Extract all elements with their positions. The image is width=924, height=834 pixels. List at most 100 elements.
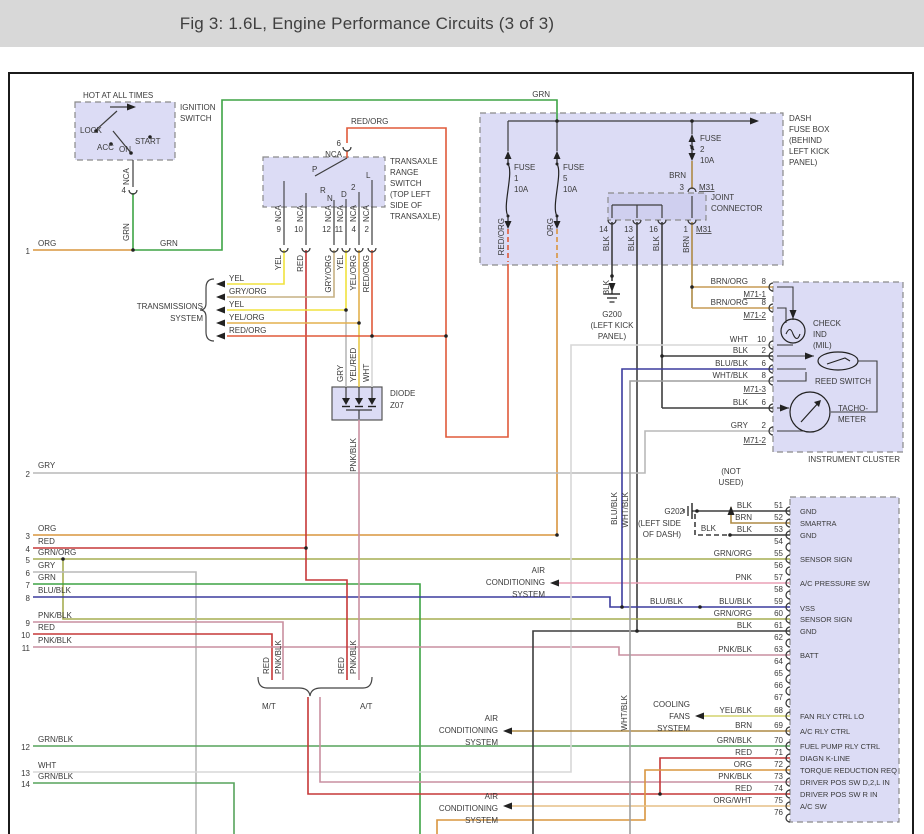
label: FAN RLY CTRL LO	[800, 712, 864, 721]
junction-dot	[690, 119, 694, 123]
label: 14	[599, 225, 608, 234]
label: GRY	[336, 364, 345, 382]
label: YEL/ORG	[349, 255, 358, 291]
label: WHT	[730, 335, 748, 344]
label: SMARTRA	[800, 519, 837, 528]
component-box	[607, 192, 707, 221]
junction-dot	[555, 119, 559, 123]
label: WHT	[362, 364, 371, 382]
label: SIDE OF	[390, 201, 422, 210]
label: 6	[762, 398, 767, 407]
label: LOCK	[80, 126, 102, 135]
label: 8	[762, 277, 767, 286]
label: NCA	[362, 204, 371, 222]
label: SWITCH	[390, 179, 422, 188]
label: A/C RLY CTRL	[800, 727, 850, 736]
label: 6	[26, 569, 31, 578]
label: ORG	[734, 760, 752, 769]
label: A/T	[360, 702, 373, 711]
junction-dot	[131, 248, 135, 252]
label: GRY	[731, 421, 749, 430]
label: 10	[294, 225, 303, 234]
label: 3	[26, 532, 31, 541]
label: BLK	[627, 235, 636, 251]
label: PNK/BLK	[349, 640, 358, 674]
label: 8	[26, 594, 31, 603]
label: 13	[21, 769, 30, 778]
label: GRN/ORG	[38, 548, 76, 557]
label: ORG	[38, 239, 56, 248]
label: YEL/ORG	[229, 313, 265, 322]
label: 76	[774, 808, 783, 817]
label: TRANSMISSIONS	[137, 302, 203, 311]
label: (BEHIND	[789, 136, 822, 145]
figure-title: Fig 3: 1.6L, Engine Performance Circuits…	[179, 13, 555, 33]
label: 74	[774, 784, 783, 793]
label: TORQUE REDUCTION REQ	[800, 766, 897, 775]
label: SYSTEM	[657, 724, 690, 733]
label: RED	[337, 657, 346, 674]
label: GRN	[122, 223, 131, 241]
label: YEL	[229, 274, 245, 283]
label: GRY	[38, 561, 56, 570]
label: 71	[774, 748, 783, 757]
junction-dot	[658, 792, 662, 796]
junction-dot	[698, 605, 702, 609]
label: GRN/BLK	[38, 772, 74, 781]
junction-dot	[555, 533, 559, 537]
label: CONDITIONING	[439, 726, 498, 735]
label: BRN/ORG	[711, 298, 748, 307]
label: BATT	[800, 651, 819, 660]
label: BLU/BLK	[719, 597, 753, 606]
junction-dot	[728, 533, 732, 537]
label: BLK	[733, 346, 749, 355]
label: BLK	[733, 398, 749, 407]
label: ORG	[38, 524, 56, 533]
label: TRANSAXLE)	[390, 212, 441, 221]
label: 65	[774, 669, 783, 678]
label: M71-2	[743, 436, 766, 445]
label: 16	[649, 225, 658, 234]
label: 63	[774, 645, 783, 654]
label: ORG	[546, 218, 555, 236]
label: (TOP LEFT	[390, 190, 431, 199]
label: 5	[563, 174, 568, 183]
label: FUSE	[514, 163, 535, 172]
label: RED/ORG	[351, 117, 388, 126]
label: 4	[352, 225, 357, 234]
label: YEL/BLK	[720, 706, 753, 715]
label: 54	[774, 537, 783, 546]
label: YEL	[229, 300, 245, 309]
label: RED	[262, 657, 271, 674]
label: 9	[277, 225, 282, 234]
label: 55	[774, 549, 783, 558]
label: N	[327, 194, 333, 203]
label: 10A	[514, 185, 529, 194]
label: SENSOR SIGN	[800, 615, 852, 624]
label: GRN/BLK	[38, 735, 74, 744]
label: SYSTEM	[512, 590, 545, 599]
label: VSS	[800, 604, 815, 613]
label: BRN	[682, 236, 691, 253]
label: 12	[322, 225, 331, 234]
label: PNK/BLK	[274, 640, 283, 674]
label: ON	[119, 145, 131, 154]
label: USED)	[719, 478, 744, 487]
label: AIR	[485, 792, 499, 801]
label: 66	[774, 681, 783, 690]
label: A/C SW	[800, 802, 828, 811]
junction-dot	[61, 557, 65, 561]
label: G200	[602, 310, 622, 319]
fuse-icon	[690, 146, 694, 150]
label: RED	[38, 537, 55, 546]
label: WHT	[38, 761, 56, 770]
label: SYSTEM	[465, 816, 498, 825]
label: GND	[800, 627, 817, 636]
label: 58	[774, 585, 783, 594]
label: Z07	[390, 401, 404, 410]
label: (NOT	[721, 467, 741, 476]
label: NCA	[274, 204, 283, 222]
label: 6	[337, 139, 342, 148]
label: NCA	[324, 204, 333, 222]
label: 70	[774, 736, 783, 745]
